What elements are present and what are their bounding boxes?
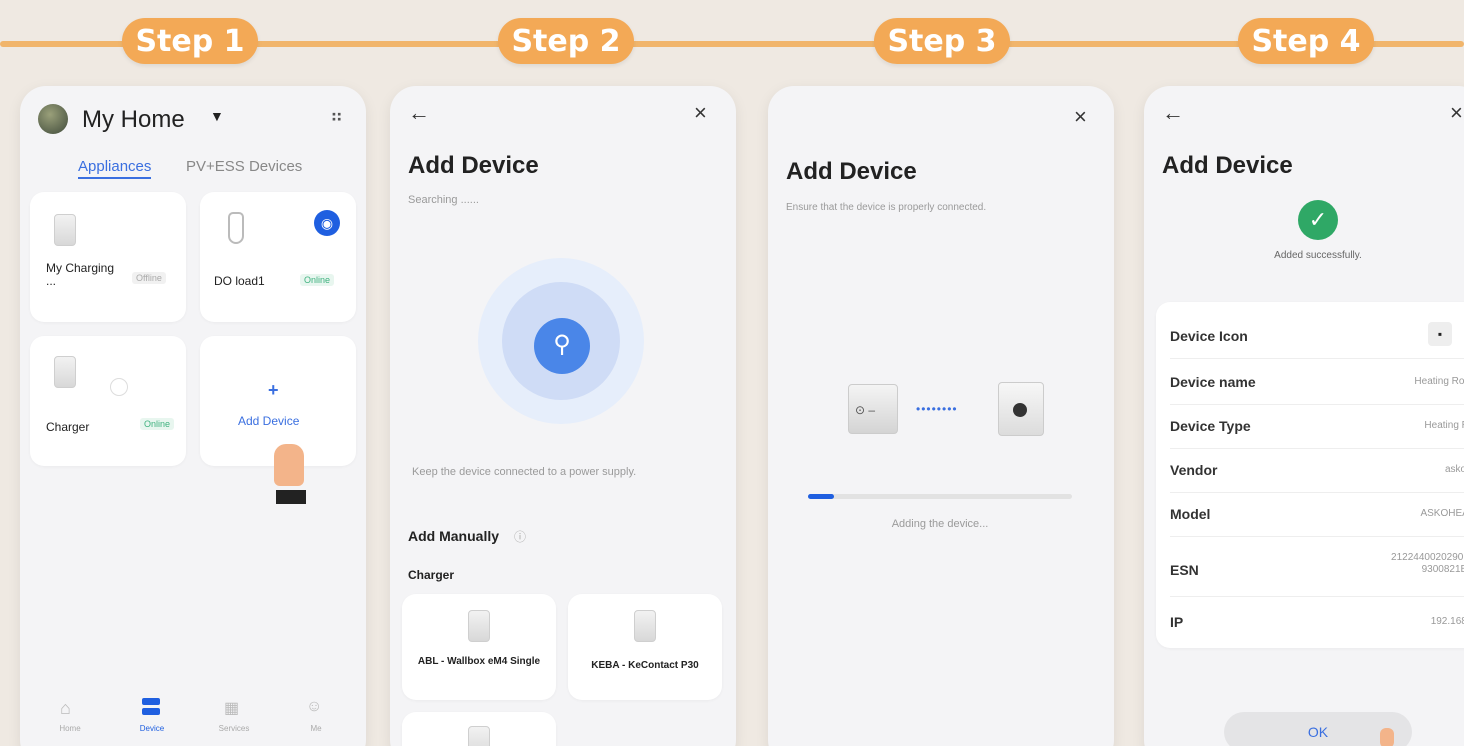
row-label: IP <box>1170 614 1184 630</box>
row-label: Model <box>1170 506 1211 522</box>
charger-device-icon <box>468 610 490 642</box>
add-manually-label: Add Manually <box>408 528 500 544</box>
home-avatar[interactable] <box>38 104 68 134</box>
tab-appliances[interactable]: Appliances <box>78 158 152 179</box>
phone-step-1: My Home ▼ ⠶ Appliances PV+ESS Devices My… <box>20 86 366 746</box>
home-title[interactable]: My Home <box>82 106 185 134</box>
page-title: Add Device <box>408 152 539 179</box>
hand-pointer-icon <box>274 444 304 486</box>
hand-pointer-icon <box>1380 728 1394 746</box>
device-name: Charger <box>46 420 90 434</box>
device-info-card: Device Icon ▪ Device name Heating Rod De… <box>1156 302 1464 648</box>
page-title: Add Device <box>786 158 917 185</box>
charger-option-keba[interactable]: KEBA - KeContact P30 <box>568 594 722 700</box>
divider <box>1170 404 1464 405</box>
tab-pv-ess-devices[interactable]: PV+ESS Devices <box>186 158 302 175</box>
charger-device-icon <box>54 214 76 246</box>
power-toggle-icon[interactable]: ◉ <box>314 210 340 236</box>
services-icon[interactable]: ▦ <box>224 698 246 718</box>
nav-services-label[interactable]: Services <box>214 724 254 733</box>
success-text: Added successfully. <box>1274 250 1362 261</box>
status-badge: Offline <box>132 272 166 284</box>
hand-cuff-icon <box>276 490 306 504</box>
divider <box>1170 448 1464 449</box>
nav-device-label[interactable]: Device <box>132 724 172 733</box>
step-3-pill: Step 3 <box>874 18 1010 64</box>
device-icon-thumb[interactable]: ▪ <box>1428 322 1452 346</box>
connection-hint: Ensure that the device is properly conne… <box>786 202 987 213</box>
back-arrow-icon[interactable]: ← <box>408 100 430 126</box>
progress-text: Adding the device... <box>891 518 989 530</box>
device-card-charger[interactable]: Charger Online <box>30 336 186 466</box>
add-device-label: Add Device <box>238 414 300 428</box>
status-circle-icon <box>110 378 128 396</box>
category-charger: Charger <box>408 568 455 582</box>
search-status: Searching ...... <box>408 194 479 206</box>
row-label: Device Type <box>1170 418 1251 434</box>
progress-fill <box>808 494 835 499</box>
back-arrow-icon[interactable]: ← <box>1162 100 1184 126</box>
row-label: Vendor <box>1170 462 1218 478</box>
plus-icon: + <box>268 380 279 400</box>
divider <box>1170 358 1464 359</box>
row-label: Device name <box>1170 374 1256 390</box>
row-value: Heating Rod <box>1424 420 1464 431</box>
plug-device-icon <box>228 212 244 244</box>
charger-device-icon <box>54 356 76 388</box>
connecting-dots: •••••••• <box>916 402 958 416</box>
success-check-icon: ✓ <box>1298 200 1338 240</box>
device-icon <box>998 382 1044 436</box>
step-2-pill: Step 2 <box>498 18 634 64</box>
device-card-do-load[interactable]: ◉ DO load1 Online <box>200 192 356 322</box>
inverter-icon: ⊙ – <box>848 384 898 434</box>
charger-option-label: KEBA - KeContact P30 <box>591 660 699 671</box>
chevron-down-icon[interactable]: ▼ <box>210 108 224 124</box>
step-1-pill: Step 1 <box>122 18 258 64</box>
row-value: askoma <box>1444 464 1464 475</box>
grid-menu-icon[interactable]: ⠶ <box>330 106 343 127</box>
phone-step-4: ← × Add Device ✓ Added successfully. Dev… <box>1144 86 1464 746</box>
search-icon: ⚲ <box>534 318 590 374</box>
row-value: 2122440020290120 9300821BN3 <box>1391 552 1464 575</box>
device-name: My Charging ... <box>46 261 115 288</box>
charger-option-label: ABL - Wallbox eM4 Single <box>417 656 541 667</box>
charger-device-icon <box>634 610 656 642</box>
divider <box>1170 536 1464 537</box>
device-icon[interactable] <box>142 698 164 718</box>
charger-device-icon <box>468 726 490 746</box>
row-value[interactable]: Heating Rod <box>1414 376 1464 387</box>
phone-step-3: × Add Device Ensure that the device is p… <box>768 86 1114 746</box>
status-badge: Online <box>140 418 175 430</box>
info-icon[interactable]: ⓘ <box>514 528 526 545</box>
power-supply-hint: Keep the device connected to a power sup… <box>412 466 637 478</box>
device-name: DO load1 <box>214 274 265 288</box>
row-value: ASKOHEAT+ <box>1420 508 1464 519</box>
row-value: 192.168.11 <box>1430 616 1464 627</box>
row-label: ESN <box>1170 562 1199 578</box>
phone-step-2: ← × Add Device Searching ...... ⚲ Keep t… <box>390 86 736 746</box>
me-icon[interactable]: ☺ <box>306 698 328 718</box>
step-4-pill: Step 4 <box>1238 18 1374 64</box>
divider <box>1170 492 1464 493</box>
nav-home-label[interactable]: Home <box>50 724 90 733</box>
device-card-my-charging[interactable]: My Charging ... Offline <box>30 192 186 322</box>
progress-track <box>808 494 1072 499</box>
close-icon[interactable]: × <box>694 100 707 126</box>
close-icon[interactable]: × <box>1074 104 1087 130</box>
nav-me-label[interactable]: Me <box>296 724 336 733</box>
home-icon[interactable]: ⌂ <box>60 698 82 718</box>
status-badge: Online <box>300 274 335 286</box>
divider <box>1170 596 1464 597</box>
page-title: Add Device <box>1162 152 1293 179</box>
row-label: Device Icon <box>1170 328 1248 344</box>
close-icon[interactable]: × <box>1450 100 1463 126</box>
charger-option-more[interactable] <box>402 712 556 746</box>
charger-option-abl[interactable]: ABL - Wallbox eM4 Single <box>402 594 556 700</box>
